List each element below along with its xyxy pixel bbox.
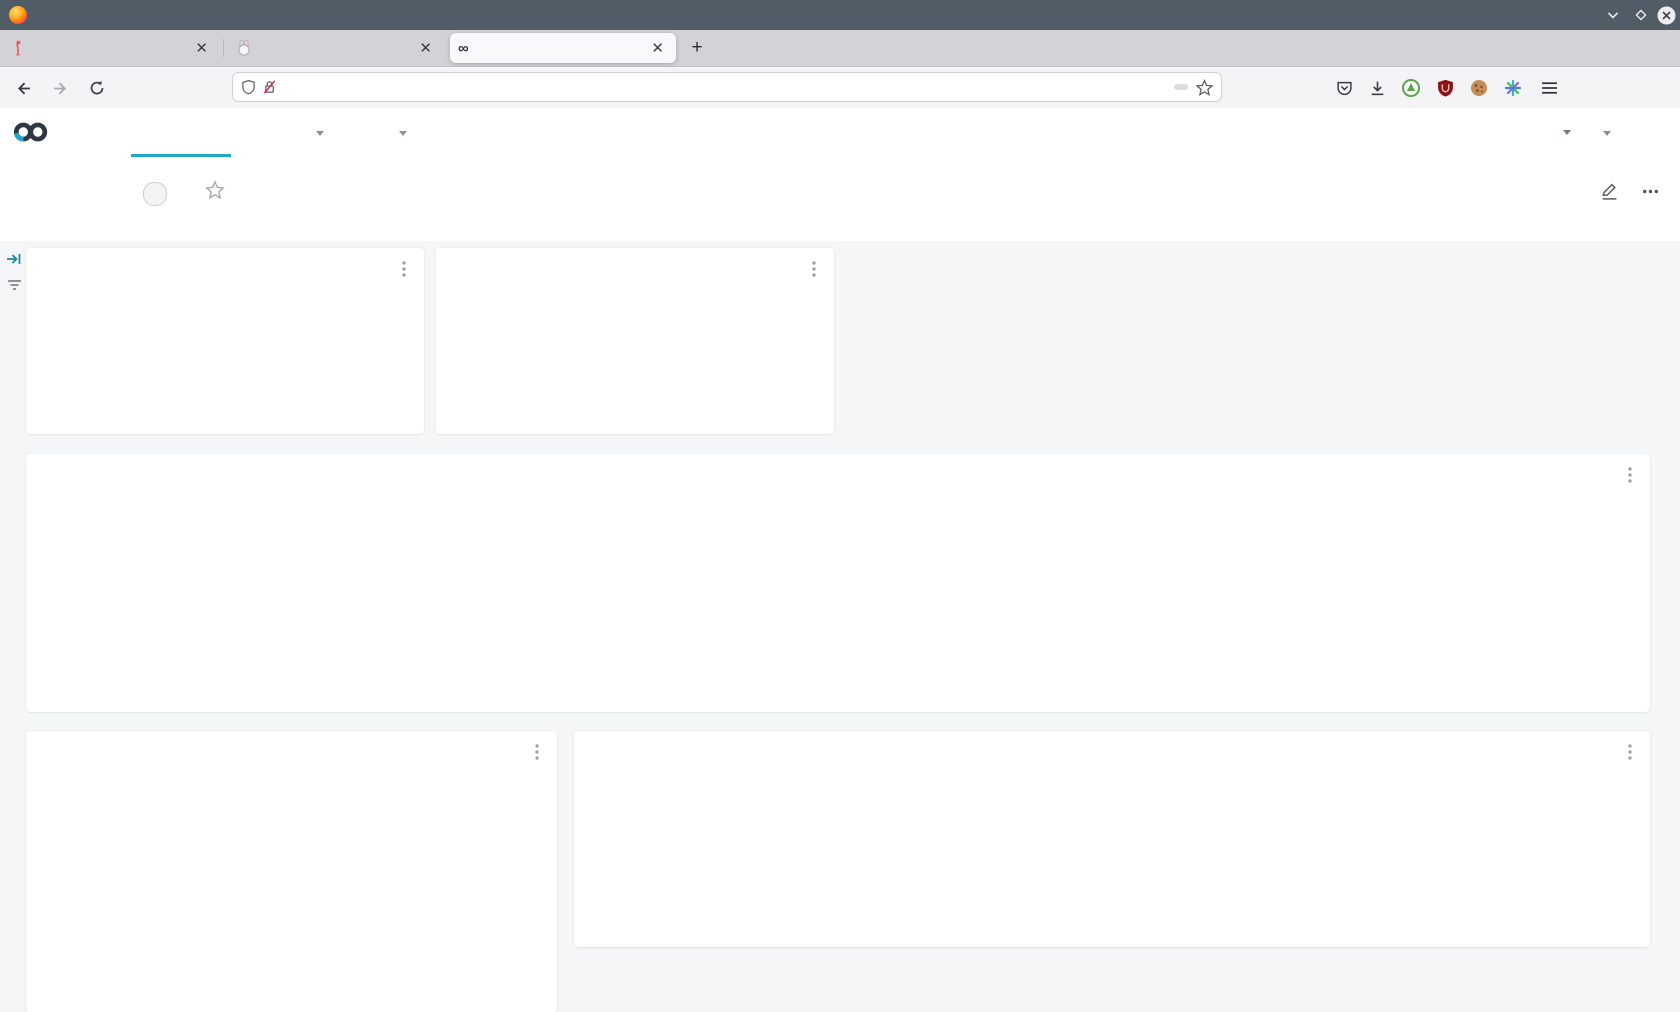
maximize-icon (1634, 8, 1648, 22)
back-arrow-icon (15, 80, 32, 97)
tab-close-icon[interactable]: ✕ (415, 41, 436, 56)
tab-close-icon[interactable]: ✕ (191, 41, 212, 56)
tab-close-icon[interactable]: ✕ (647, 41, 668, 56)
tab-trino[interactable]: ✕ (228, 33, 444, 63)
chevron-down-icon (1563, 130, 1571, 135)
draft-badge (143, 182, 167, 206)
url-toolbar (0, 67, 1680, 109)
forward-arrow-icon (52, 80, 69, 97)
cookie-icon[interactable] (1466, 75, 1492, 101)
kebab-menu-icon[interactable] (396, 260, 412, 278)
browser-titlebar (0, 0, 1680, 30)
settings-menu[interactable] (1598, 108, 1611, 158)
new-tab-button[interactable]: + (684, 35, 710, 61)
superset-logo[interactable] (12, 120, 56, 144)
trino-bunny-icon (236, 40, 252, 56)
chart-card-payment-types (26, 731, 557, 1012)
extension-asterisk-icon[interactable] (1500, 75, 1526, 101)
payment-donut-chart (26, 787, 557, 1012)
dashboard-body (0, 241, 1680, 1012)
window-maximize-button[interactable] (1630, 4, 1652, 26)
avg-duration-chart (574, 731, 1650, 947)
kpi-card-total-income (436, 248, 834, 434)
chart-card-trips-income (26, 454, 1650, 712)
superset-navbar (0, 108, 1680, 159)
chevron-down-icon (1606, 8, 1620, 22)
active-nav-underline (131, 154, 231, 157)
chart-card-avg-trip-duration (574, 731, 1650, 947)
bookmark-star-icon[interactable] (1196, 79, 1213, 96)
minio-icon (12, 40, 24, 56)
window-title (0, 0, 1680, 30)
insecure-lock-icon (262, 79, 277, 95)
tab-taxi-data[interactable]: ∞ ✕ (450, 33, 676, 63)
privacy-badger-icon[interactable] (1398, 75, 1424, 101)
tab-separator (223, 39, 224, 57)
kebab-menu-icon[interactable] (806, 260, 822, 278)
tab-bar: ✕ ✕ ∞ ✕ + (0, 30, 1680, 67)
close-icon (1657, 6, 1676, 25)
tab-minio-console[interactable]: ✕ (4, 33, 220, 63)
kebab-menu-icon[interactable] (529, 743, 545, 761)
nav-data[interactable] (394, 108, 407, 158)
dashboard-header (0, 158, 1680, 241)
kpi-card-total-trips (26, 248, 424, 434)
reload-button[interactable] (84, 75, 110, 101)
superset-favicon: ∞ (458, 41, 469, 56)
filter-icon[interactable] (3, 274, 25, 296)
chevron-down-icon (316, 131, 324, 136)
chevron-down-icon (399, 131, 407, 136)
download-icon[interactable] (1364, 75, 1390, 101)
trips-income-chart (26, 454, 1650, 712)
window-close-button[interactable] (1655, 4, 1677, 26)
forward-button[interactable] (47, 75, 73, 101)
nav-sql-lab[interactable] (311, 108, 324, 158)
chevron-down-icon (1603, 131, 1611, 136)
add-new-button[interactable] (1558, 108, 1571, 158)
screen: ✕ ✕ ∞ ✕ + (0, 0, 1680, 1012)
shield-icon (241, 79, 256, 95)
back-button[interactable] (10, 75, 36, 101)
infinity-logo-icon (12, 120, 50, 144)
zoom-level-badge[interactable] (1174, 84, 1188, 90)
trend-sparkline (448, 372, 830, 430)
trend-sparkline (38, 372, 420, 430)
expand-filter-bar-icon[interactable] (3, 248, 25, 270)
more-ellipsis-icon[interactable] (1641, 182, 1660, 206)
menu-hamburger-icon[interactable] (1536, 75, 1562, 101)
window-minimize-button[interactable] (1602, 4, 1624, 26)
pocket-icon[interactable] (1331, 75, 1357, 101)
url-bar[interactable] (232, 72, 1222, 102)
reload-icon (89, 80, 105, 96)
favorite-star-icon[interactable] (205, 180, 225, 205)
header-actions (1600, 182, 1660, 206)
ublock-icon[interactable] (1432, 75, 1458, 101)
edit-pencil-icon[interactable] (1600, 182, 1619, 206)
